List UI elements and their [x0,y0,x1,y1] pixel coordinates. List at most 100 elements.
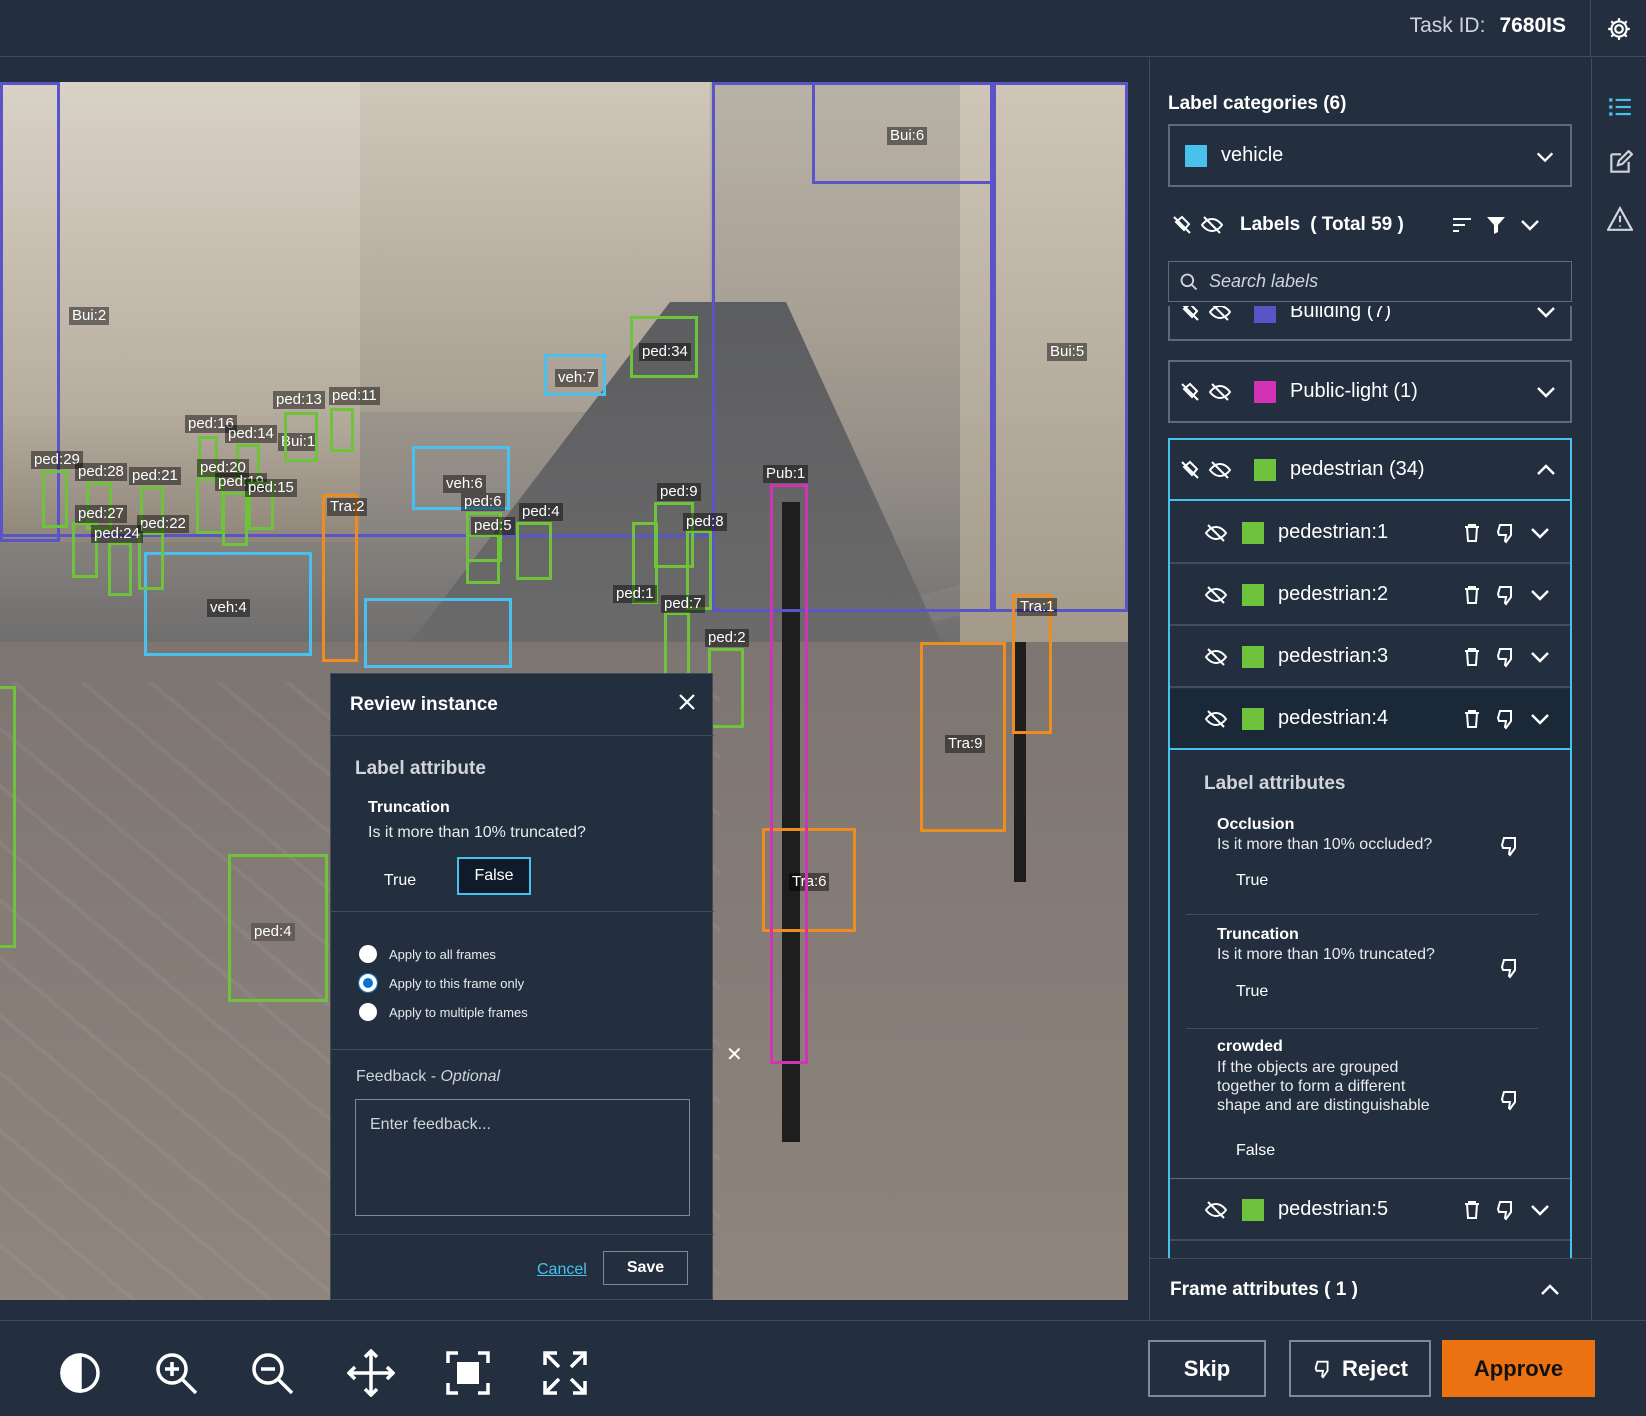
close-icon[interactable]: ✕ [726,1042,743,1067]
save-button[interactable]: Save [603,1251,688,1285]
bbox-vehicle[interactable]: veh:7 [544,354,606,396]
bbox-building[interactable] [712,82,996,612]
bbox-pedestrian[interactable]: ped:15 [245,479,297,530]
eye-off-icon[interactable] [1204,1198,1228,1222]
search-labels-input[interactable]: Search labels [1168,261,1572,302]
bbox-pedestrian[interactable]: ped:5 [466,517,515,584]
eye-off-icon[interactable] [1208,306,1232,324]
reject-button[interactable]: Reject [1289,1340,1431,1397]
bbox-pedestrian[interactable] [0,686,16,948]
chevron-down-icon[interactable] [1518,213,1542,237]
fullscreen-icon[interactable] [541,1349,589,1397]
thumbs-down-icon[interactable] [1498,1088,1522,1112]
edit-icon[interactable] [1607,150,1633,176]
thumbs-down-icon[interactable] [1494,707,1518,731]
bbox-pedestrian[interactable]: ped:29 [31,451,83,528]
option-true-button[interactable]: True [365,862,435,900]
thumbs-down-icon[interactable] [1494,521,1518,545]
eye-off-icon[interactable] [1208,380,1232,404]
bbox-vehicle[interactable] [364,598,512,668]
instance-row-pedestrian-4[interactable]: pedestrian:4 [1170,689,1570,750]
instance-name: pedestrian:5 [1278,1198,1389,1220]
bbox-building[interactable]: Bui:5 [990,82,1128,612]
thumbs-down-icon[interactable] [1494,645,1518,669]
trash-icon[interactable] [1460,583,1484,607]
bbox-public-light[interactable]: Pub:1 [763,465,809,1064]
radio-apply-this-frame[interactable]: Apply to this frame only [358,972,524,994]
instance-row-pedestrian-5[interactable]: pedestrian:5 [1170,1180,1570,1241]
bbox-pedestrian[interactable]: ped:4 [228,854,328,1002]
feedback-textarea[interactable]: Enter feedback... [355,1099,690,1216]
frame-attributes-row[interactable]: Frame attributes ( 1 ) [1150,1258,1592,1320]
bbox-pedestrian[interactable]: ped:1 [613,522,658,604]
chevron-down-icon[interactable] [1528,583,1552,607]
radio-circle[interactable] [359,1003,377,1021]
divider [331,1049,714,1050]
option-false-button[interactable]: False [457,857,531,895]
category-row-public-light[interactable]: Public-light (1) [1168,360,1572,423]
chevron-down-icon[interactable] [1534,380,1558,404]
fit-to-frame-icon[interactable] [444,1349,492,1397]
hide-shape-icon[interactable] [1178,458,1202,482]
radio-apply-all-frames[interactable]: Apply to all frames [359,943,496,965]
sort-icon[interactable] [1450,213,1474,237]
bbox-traffic-light[interactable]: Tra:9 [920,642,1006,832]
eye-off-icon[interactable] [1208,458,1232,482]
category-row-pedestrian[interactable]: pedestrian (34) [1170,440,1570,501]
trash-icon[interactable] [1460,645,1484,669]
skip-button[interactable]: Skip [1148,1340,1266,1397]
bbox-vehicle[interactable]: veh:4 [144,552,312,656]
chevron-down-icon[interactable] [1528,1198,1552,1222]
filter-icon[interactable] [1484,213,1508,237]
chevron-down-icon[interactable] [1528,521,1552,545]
trash-icon[interactable] [1460,707,1484,731]
thumbs-down-icon[interactable] [1498,834,1522,858]
thumbs-down-icon[interactable] [1494,583,1518,607]
warning-icon[interactable] [1607,206,1633,232]
zoom-in-icon[interactable] [152,1349,200,1397]
category-row-building[interactable]: Building (7) [1168,306,1572,341]
thumbs-down-icon[interactable] [1494,1198,1518,1222]
chevron-up-icon[interactable] [1538,1278,1562,1302]
close-icon[interactable] [677,692,697,712]
thumbs-down-icon[interactable] [1498,956,1522,980]
settings-button[interactable] [1590,0,1646,57]
trash-icon[interactable] [1460,1198,1484,1222]
radio-apply-multiple-frames[interactable]: Apply to multiple frames [359,1001,528,1023]
hide-shape-icon[interactable] [1178,380,1202,404]
chevron-up-icon[interactable] [1534,458,1558,482]
cancel-link[interactable]: Cancel [537,1261,587,1279]
eye-off-icon[interactable] [1204,583,1228,607]
chevron-down-icon[interactable] [1528,707,1552,731]
category-select[interactable]: vehicle [1168,124,1572,187]
bbox-pedestrian[interactable]: ped:13 [273,391,325,462]
building-color-swatch [1254,306,1276,323]
bbox-traffic-light[interactable]: Tra:2 [322,494,368,662]
hide-shape-icon[interactable] [1170,213,1194,237]
instance-row-pedestrian-1[interactable]: pedestrian:1 [1170,503,1570,564]
bbox-pedestrian[interactable]: ped:7 [661,595,705,680]
hide-shape-icon[interactable] [1178,306,1202,324]
move-icon[interactable] [347,1349,395,1397]
eye-off-icon[interactable] [1204,707,1228,731]
bbox-traffic-light[interactable]: Tra:1 [1012,594,1058,734]
zoom-out-icon[interactable] [248,1349,296,1397]
instance-row-pedestrian-3[interactable]: pedestrian:3 [1170,627,1570,688]
chevron-down-icon[interactable] [1534,306,1558,324]
eye-off-icon[interactable] [1204,521,1228,545]
trash-icon[interactable] [1460,521,1484,545]
approve-button[interactable]: Approve [1442,1340,1595,1397]
chevron-down-icon[interactable] [1528,645,1552,669]
bbox-pedestrian[interactable]: ped:24 [91,525,143,596]
contrast-icon[interactable] [56,1349,104,1397]
bbox-pedestrian[interactable]: ped:19 [215,473,267,546]
bbox-pedestrian[interactable]: ped:34 [630,316,698,378]
radio-circle-selected[interactable] [358,973,378,993]
bbox-pedestrian[interactable]: ped:11 [329,387,380,452]
eye-off-icon[interactable] [1200,213,1224,237]
bbox-pedestrian[interactable]: ped:4 [516,503,563,580]
instance-row-pedestrian-2[interactable]: pedestrian:2 [1170,565,1570,626]
list-icon[interactable] [1607,94,1633,120]
eye-off-icon[interactable] [1204,645,1228,669]
radio-circle[interactable] [359,945,377,963]
